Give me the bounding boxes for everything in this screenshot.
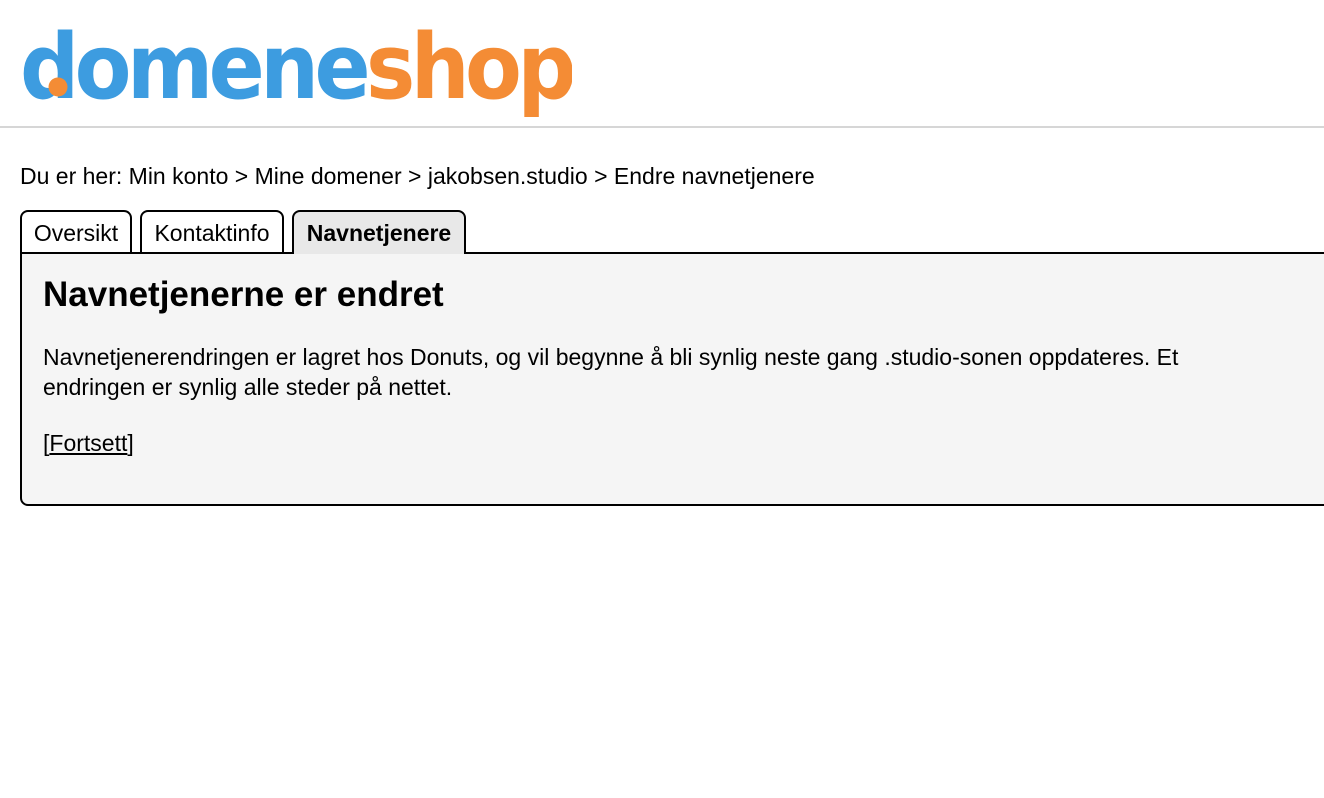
status-message-line: Navnetjenerendringen er lagret hos Donut… xyxy=(43,344,1179,370)
breadcrumb-item-min-konto[interactable]: Min konto xyxy=(129,163,229,189)
breadcrumb-item-mine-domener[interactable]: Mine domener xyxy=(255,163,402,189)
breadcrumb-separator: > xyxy=(594,163,608,189)
page-title: Navnetjenerne er endret xyxy=(43,275,444,314)
content-panel: Navnetjenerne er endret Navnetjenerendri… xyxy=(20,252,1324,506)
svg-text:domeneshop: domeneshop xyxy=(20,18,572,118)
logo-dot-icon xyxy=(48,77,68,97)
tab-navnetjenere[interactable]: Navnetjenere xyxy=(292,210,466,254)
site-header: domeneshop xyxy=(0,0,1324,128)
breadcrumb-item-domain[interactable]: jakobsen.studio xyxy=(428,163,588,189)
breadcrumb-item-current: Endre navnetjenere xyxy=(613,163,815,189)
tab-oversikt[interactable]: Oversikt xyxy=(20,210,132,252)
breadcrumb-separator: > xyxy=(408,163,422,189)
tab-kontaktinfo[interactable]: Kontaktinfo xyxy=(140,210,284,252)
status-message: Navnetjenerendringen er lagret hos Donut… xyxy=(43,342,1324,402)
breadcrumb-prefix: Du er her: xyxy=(20,163,123,189)
breadcrumb-separator: > xyxy=(234,163,249,189)
logo-wordmark-icon: domeneshop xyxy=(20,18,572,118)
breadcrumb: Du er her: Min konto > Mine domener > ja… xyxy=(20,162,815,190)
continue-link-wrapper: [Fortsett] xyxy=(43,428,134,458)
domeneshop-logo[interactable]: domeneshop xyxy=(20,18,572,118)
status-message-line: endringen er synlig alle steder på nette… xyxy=(43,374,453,400)
bracket-close: ] xyxy=(127,430,134,456)
continue-link[interactable]: Fortsett xyxy=(49,430,127,456)
